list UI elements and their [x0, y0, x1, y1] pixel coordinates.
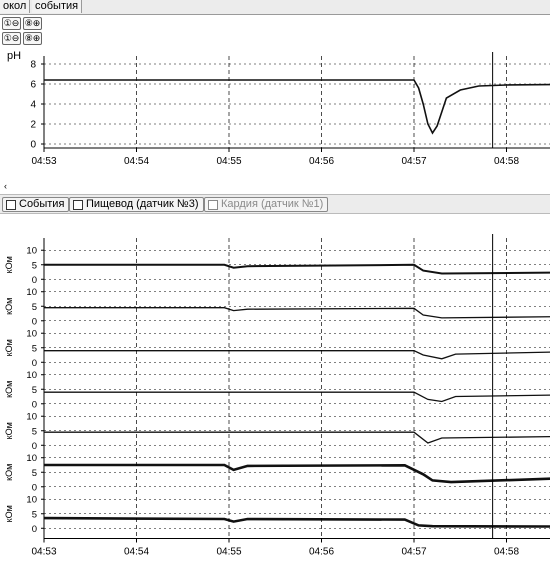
imp-ytick-label: 10	[26, 287, 37, 298]
ph-xtick-label: 04:56	[309, 156, 334, 167]
ph-ytick-label: 4	[30, 100, 36, 111]
imp-ytick-label: 0	[32, 524, 37, 535]
imp-ytick-label: 5	[32, 468, 37, 479]
imp-trace-7	[43, 516, 550, 528]
ph-ytick-label: 6	[30, 80, 36, 91]
zoom-in-y-button[interactable]: ①⊖	[2, 32, 21, 45]
imp-unit-label: кОм	[4, 505, 14, 522]
events-label: События	[19, 198, 65, 210]
ph-xtick-label: 04:58	[494, 156, 519, 167]
ph-axis-label: pH	[7, 50, 22, 62]
imp-ytick-label: 10	[26, 453, 37, 464]
cardia-label: Кардия (датчик №1)	[221, 198, 324, 210]
ph-ytick-label: 2	[30, 120, 36, 131]
imp-xtick-label: 04:58	[494, 547, 519, 558]
imp-ytick-label: 0	[32, 275, 37, 286]
ph-xtick-label: 04:57	[401, 156, 426, 167]
ph-xtick-label: 04:54	[124, 156, 149, 167]
imp-ytick-label: 0	[32, 482, 37, 493]
imp-ytick-label: 0	[32, 316, 37, 327]
cardia-toggle-button[interactable]: Кардия (датчик №1)	[204, 197, 329, 212]
ph-chart[interactable]: 8 6 4 2 0 04:53 04:54 04:55 04:56 04:57 04:58	[0, 46, 550, 172]
imp-unit-label: кОм	[4, 256, 14, 273]
imp-trace-1	[44, 263, 550, 275]
filter-bar: События Пищевод (датчик №3) Кардия (датч…	[0, 194, 550, 214]
imp-xtick-label: 04:57	[401, 547, 426, 558]
tab-protocol[interactable]: окол	[0, 0, 31, 13]
events-toggle-button[interactable]: События	[2, 197, 70, 212]
imp-ytick-label: 10	[26, 329, 37, 340]
zoom-out-y-button[interactable]: ⑧⊕	[23, 32, 42, 45]
imp-unit-label: кОм	[4, 422, 14, 439]
imp-unit-label: кОм	[4, 464, 14, 481]
scroll-left-arrow[interactable]: ‹	[4, 181, 7, 191]
esophagus-toggle-button[interactable]: Пищевод (датчик №3)	[69, 197, 204, 212]
zoom-in-x-button[interactable]: ①⊖	[2, 17, 21, 30]
imp-ytick-label: 0	[32, 399, 37, 410]
ph-ytick-label: 0	[30, 140, 36, 151]
imp-unit-label: кОм	[4, 298, 14, 315]
imp-ytick-label: 5	[32, 302, 37, 313]
imp-xtick-label: 04:56	[309, 547, 334, 558]
imp-ytick-label: 5	[32, 509, 37, 520]
imp-ytick-label: 0	[32, 441, 37, 452]
ph-xtick-label: 04:55	[216, 156, 241, 167]
ph-trace	[44, 79, 550, 135]
imp-ytick-label: 5	[32, 343, 37, 354]
checkbox-icon	[208, 200, 218, 210]
imp-trace-2	[44, 307, 550, 319]
checkbox-icon	[6, 200, 16, 210]
imp-trace-4	[44, 391, 550, 403]
tab-bar: окол события	[0, 0, 550, 15]
imp-xtick-label: 04:54	[124, 547, 149, 558]
tab-events[interactable]: события	[32, 0, 83, 13]
imp-ytick-label: 5	[32, 426, 37, 437]
impedance-chart[interactable]: 10 5 0 кОм 10 5 0 кОм 10 5 0 кОм 10 5 0 кОм 10 5 0 кОм 10 5 0 к…	[0, 216, 550, 562]
imp-xtick-label: 04:55	[216, 547, 241, 558]
imp-xtick-label: 04:53	[31, 547, 56, 558]
imp-unit-label: кОм	[4, 381, 14, 398]
imp-ytick-label: 5	[32, 260, 37, 271]
imp-unit-label: кОм	[4, 339, 14, 356]
imp-ytick-label: 10	[26, 246, 37, 257]
imp-trace-3	[44, 350, 550, 360]
imp-trace-5	[44, 431, 550, 444]
checkbox-icon	[73, 200, 83, 210]
ph-ytick-label: 8	[30, 60, 36, 71]
imp-ytick-label: 5	[32, 385, 37, 396]
imp-trace-6	[44, 463, 550, 484]
imp-ytick-label: 10	[26, 412, 37, 423]
imp-ytick-label: 0	[32, 358, 37, 369]
imp-ytick-label: 10	[26, 370, 37, 381]
zoom-out-x-button[interactable]: ⑧⊕	[23, 17, 42, 30]
esophagus-label: Пищевод (датчик №3)	[86, 198, 199, 210]
imp-ytick-label: 10	[26, 495, 37, 506]
ph-xtick-label: 04:53	[31, 156, 56, 167]
